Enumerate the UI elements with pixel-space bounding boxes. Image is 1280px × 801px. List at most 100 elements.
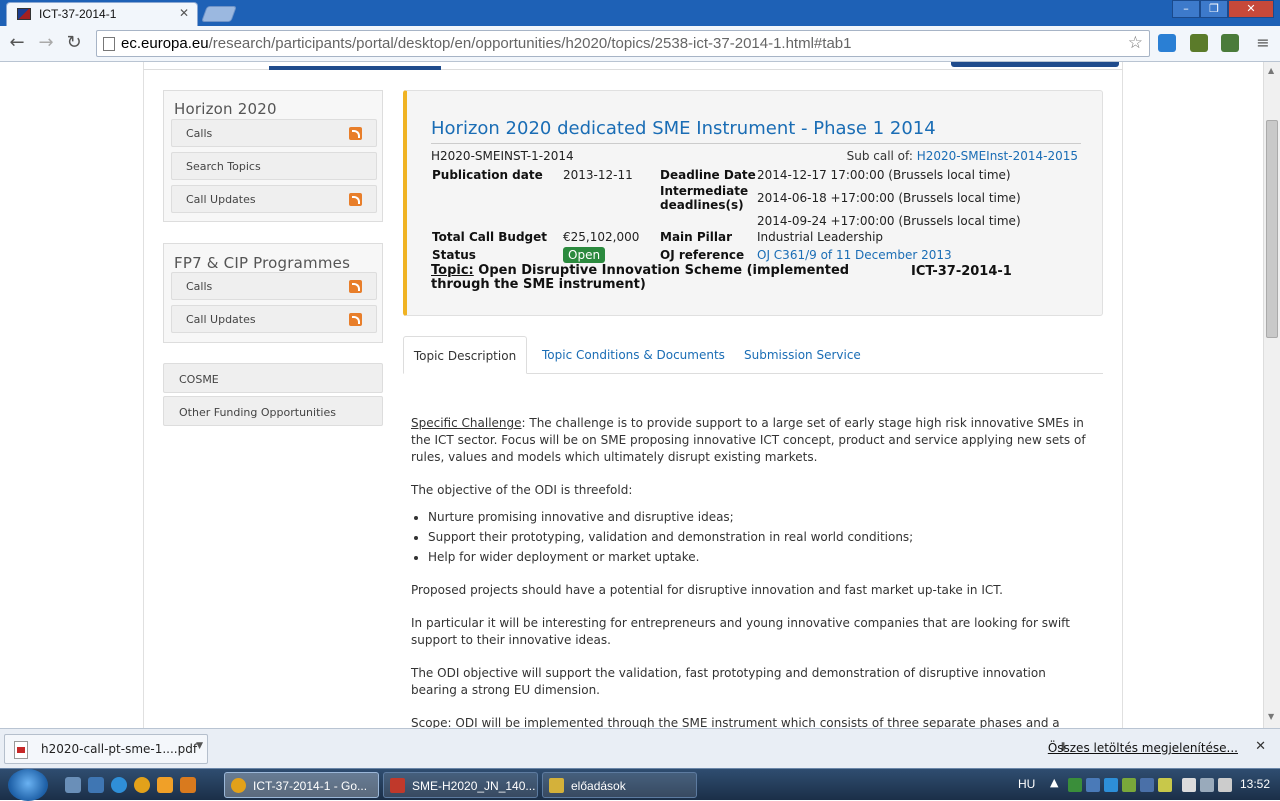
rss-icon[interactable] [349, 280, 362, 293]
page-icon [103, 37, 115, 51]
reload-icon[interactable]: ↻ [63, 32, 85, 54]
tray-app-icon[interactable] [1158, 778, 1172, 792]
app-icon[interactable] [180, 777, 196, 793]
browser-titlebar: ICT-37-2014-1 ✕ – ❐ ✕ [0, 0, 1280, 26]
tab-topic-conditions[interactable]: Topic Conditions & Documents [542, 336, 725, 374]
show-all-downloads-link[interactable]: Összes letöltés megjelenítése... [1048, 741, 1238, 755]
oj-reference-link[interactable]: OJ C361/9 of 11 December 2013 [757, 248, 952, 262]
chrome-icon [231, 778, 246, 793]
sidebar-item-label: COSME [179, 373, 219, 386]
taskbar-item-chrome[interactable]: ICT-37-2014-1 - Go... [224, 772, 379, 798]
tab-close-icon[interactable]: ✕ [179, 6, 189, 20]
tray-expand-icon[interactable]: ▲ [1050, 776, 1058, 789]
chevron-down-icon[interactable]: ▼ [196, 741, 203, 751]
close-window-button[interactable]: ✕ [1228, 0, 1274, 18]
topic-text: Open Disruptive Innovation Scheme (imple… [431, 263, 850, 292]
url-text[interactable]: ec.europa.eu/research/participants/porta… [121, 35, 851, 52]
sidebar-item-label: Calls [186, 127, 213, 140]
url-host: ec.europa.eu [121, 35, 209, 52]
language-indicator[interactable]: HU [1018, 777, 1035, 791]
tab-title: ICT-37-2014-1 [39, 7, 117, 21]
download-bar: h2020-call-pt-sme-1....pdf ▼ ⬇ Összes le… [0, 728, 1280, 768]
explorer-icon[interactable] [88, 777, 104, 793]
topic-code: ICT-37-2014-1 [911, 264, 1012, 279]
pillar-label: Main Pillar [660, 230, 733, 244]
tab-submission-service[interactable]: Submission Service [744, 336, 861, 374]
page-viewport: Horizon 2020 Calls Search Topics Call Up… [0, 62, 1280, 728]
menu-icon[interactable]: ≡ [1252, 32, 1274, 54]
oj-reference-label: OJ reference [660, 248, 745, 262]
budget-label: Total Call Budget [432, 230, 548, 244]
pillar-value: Industrial Leadership [757, 230, 884, 244]
maximize-button[interactable]: ❐ [1200, 0, 1228, 18]
download-item[interactable]: h2020-call-pt-sme-1....pdf ▼ [4, 734, 208, 764]
sidebar-horizon-title: Horizon 2020 [174, 100, 277, 118]
scroll-down-icon[interactable]: ▼ [1268, 712, 1274, 721]
clock[interactable]: 13:52 [1240, 777, 1270, 791]
status-label: Status [432, 248, 476, 262]
subcall-label: Sub call of: [846, 149, 913, 163]
dropbox-icon[interactable] [1104, 778, 1118, 792]
ie-icon[interactable] [111, 777, 127, 793]
volume-icon[interactable] [1218, 778, 1232, 792]
sidebar-item-label: Call Updates [186, 193, 256, 206]
tray-app-icon[interactable] [1122, 778, 1136, 792]
chrome-icon[interactable] [134, 777, 150, 793]
sidebar-item-label: Call Updates [186, 313, 256, 326]
rss-icon[interactable] [349, 127, 362, 140]
call-identifier: H2020-SMEINST-1-2014 [431, 149, 574, 163]
network-icon[interactable] [1200, 778, 1214, 792]
start-button[interactable] [8, 769, 48, 801]
taskbar-item-folder[interactable]: előadások [542, 772, 697, 798]
sidebar-item-call-updates[interactable]: Call Updates [171, 185, 377, 213]
show-desktop-icon[interactable] [65, 777, 81, 793]
scroll-thumb[interactable] [1266, 120, 1278, 338]
status-badge: Open [563, 247, 606, 263]
sidebar-item-fp7-call-updates[interactable]: Call Updates [171, 305, 377, 333]
new-tab-button[interactable] [201, 6, 237, 22]
sidebar-item-cosme[interactable]: COSME [163, 363, 383, 393]
folder-icon [549, 778, 564, 793]
sidebar-item-calls[interactable]: Calls [171, 119, 377, 147]
address-bar[interactable]: ec.europa.eu/research/participants/porta… [96, 30, 1150, 57]
top-nav-active-indicator [269, 66, 441, 70]
sidebar-item-other-funding[interactable]: Other Funding Opportunities [163, 396, 383, 426]
intermediate-label-line1: Intermediate [660, 184, 749, 198]
sidebar-item-label: Calls [186, 280, 213, 293]
topic-label: Topic: [431, 263, 474, 278]
minimize-button[interactable]: – [1172, 0, 1200, 18]
tray-app-icon[interactable] [1140, 778, 1154, 792]
rss-icon[interactable] [349, 313, 362, 326]
page-scrollbar[interactable]: ▲ ▼ [1263, 62, 1280, 728]
close-download-bar-icon[interactable]: ✕ [1255, 739, 1266, 754]
tab-topic-description[interactable]: Topic Description [403, 336, 527, 374]
sidebar-fp7-title: FP7 & CIP Programmes [174, 254, 351, 272]
rss-icon[interactable] [349, 193, 362, 206]
extension-mail-icon[interactable] [1158, 34, 1176, 52]
tray-app-icon[interactable] [1086, 778, 1100, 792]
forward-arrow-icon[interactable]: → [35, 32, 57, 54]
sidebar-item-label: Search Topics [186, 160, 261, 173]
deadline-date-value: 2014-12-17 17:00:00 (Brussels local time… [757, 168, 1011, 182]
taskbar-item-pdf[interactable]: SME-H2020_JN_140... [383, 772, 538, 798]
bookmark-star-icon[interactable]: ☆ [1128, 33, 1143, 53]
top-nav-button[interactable] [951, 62, 1119, 67]
budget-value: €25,102,000 [563, 230, 640, 244]
battery-icon[interactable] [1182, 778, 1196, 792]
extension-puzzle-icon[interactable] [1221, 34, 1239, 52]
paragraph: The ODI objective will support the valid… [411, 666, 1046, 697]
taskbar-item-label: előadások [571, 779, 626, 793]
media-player-icon[interactable] [157, 777, 173, 793]
back-arrow-icon[interactable]: ← [6, 32, 28, 54]
taskbar-item-label: ICT-37-2014-1 - Go... [253, 779, 368, 793]
scroll-up-icon[interactable]: ▲ [1268, 66, 1274, 75]
subcall-link[interactable]: H2020-SMEInst-2014-2015 [917, 149, 1078, 163]
sidebar-item-search-topics[interactable]: Search Topics [171, 152, 377, 180]
sidebar-item-fp7-calls[interactable]: Calls [171, 272, 377, 300]
tray-app-icon[interactable] [1068, 778, 1082, 792]
browser-tab[interactable]: ICT-37-2014-1 ✕ [6, 2, 198, 26]
extension-check-icon[interactable] [1190, 34, 1208, 52]
publication-date-value: 2013-12-11 [563, 168, 633, 182]
sidebar-horizon-box: Horizon 2020 Calls Search Topics Call Up… [163, 90, 383, 222]
specific-challenge-label: Specific Challenge [411, 416, 522, 430]
